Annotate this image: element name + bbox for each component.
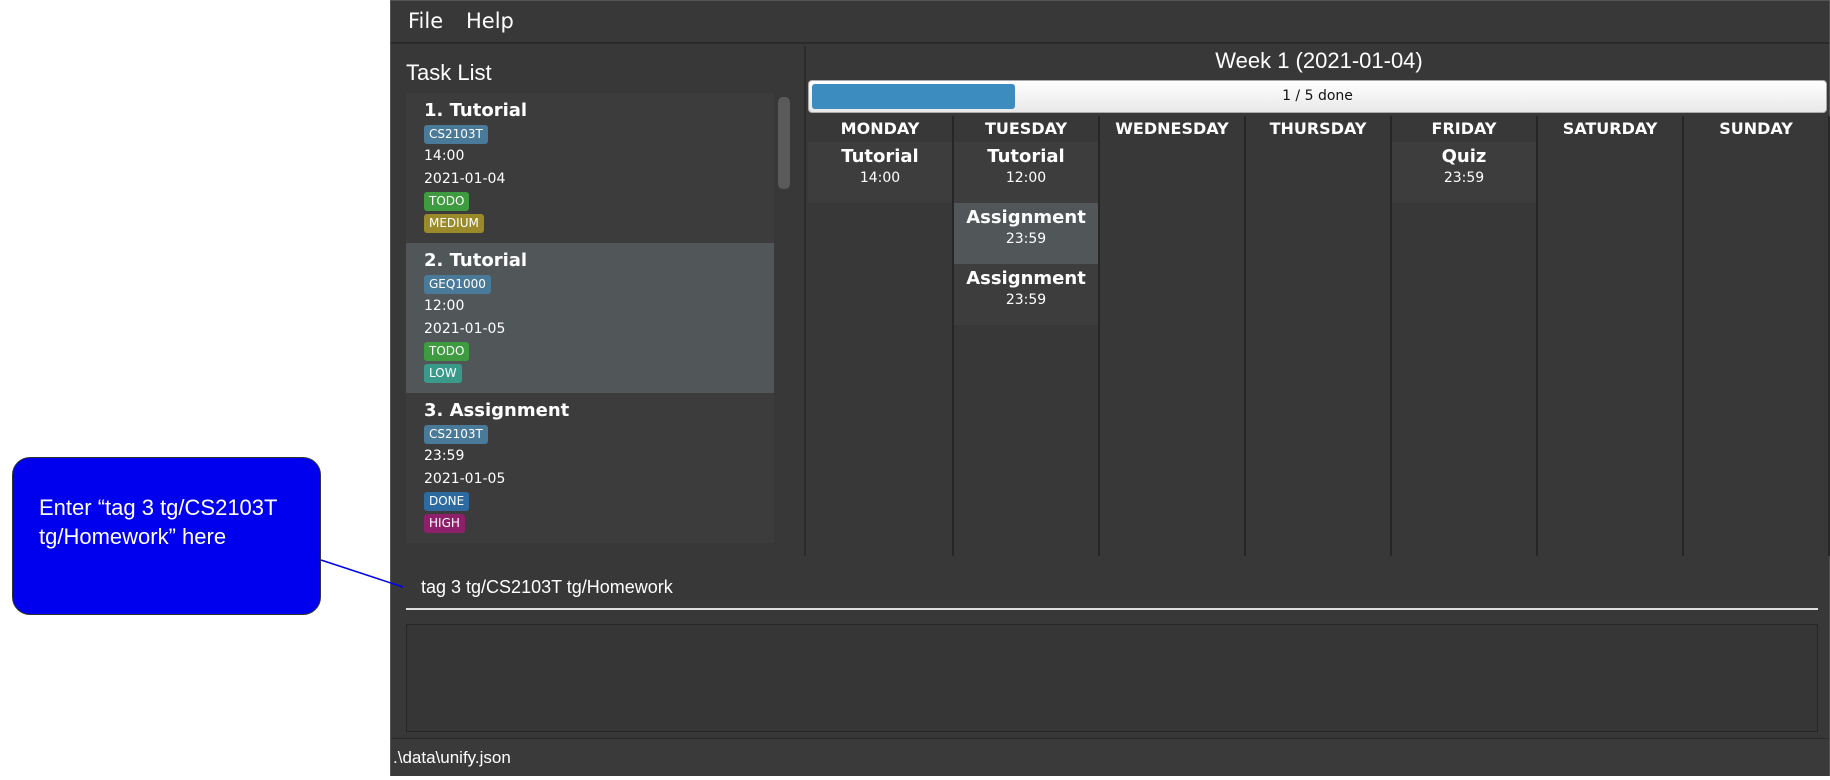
instruction-callout: Enter “tag 3 tg/CS2103T tg/Homework” her… <box>12 457 321 615</box>
callout-connector <box>320 559 404 588</box>
